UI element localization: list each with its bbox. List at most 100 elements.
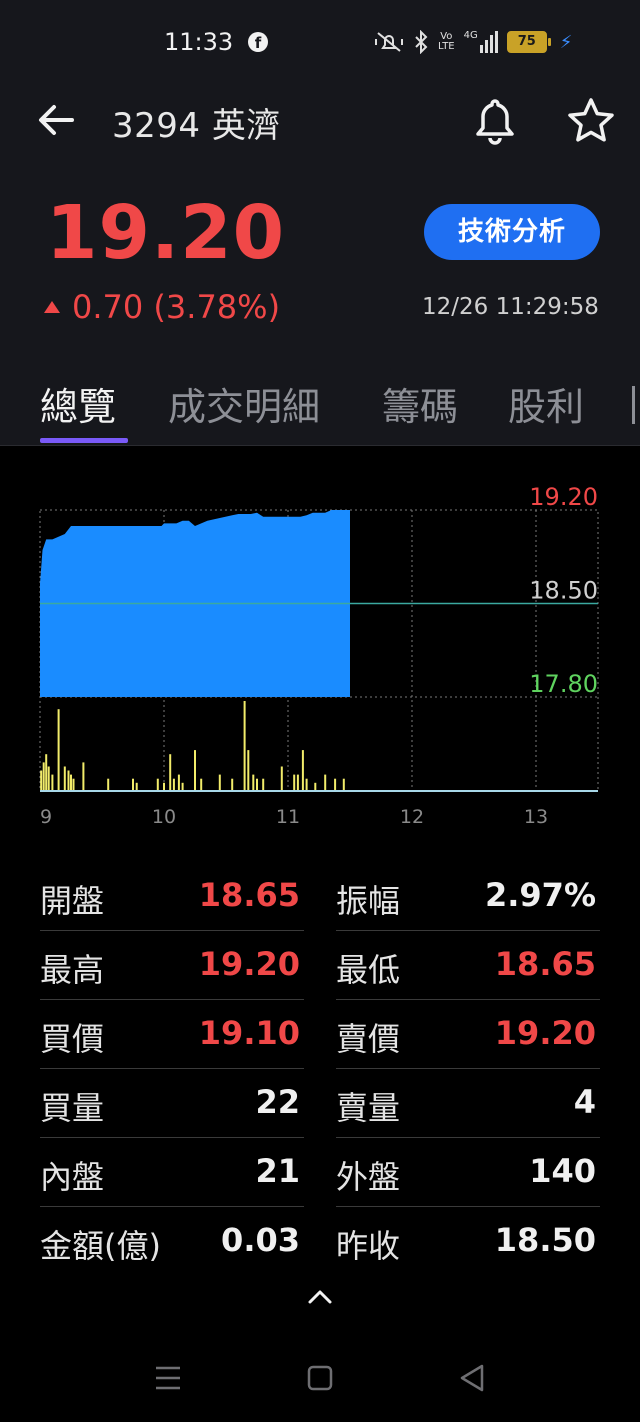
volume-bar xyxy=(314,782,317,791)
mute-vibrate-icon xyxy=(375,32,403,52)
active-tab-underline xyxy=(40,438,128,443)
tab-trade-details[interactable]: 成交明細 xyxy=(168,376,320,431)
volume-bar xyxy=(172,778,175,791)
stat-cell: 賣價 19.20 xyxy=(336,1000,600,1069)
volume-bar xyxy=(63,766,66,791)
stat-cell: 賣量 4 xyxy=(336,1069,600,1138)
nav-back-icon[interactable] xyxy=(456,1362,488,1394)
charging-icon: ⚡ xyxy=(559,31,573,53)
volume-bar xyxy=(181,782,184,791)
bluetooth-icon xyxy=(415,30,428,54)
home-icon[interactable] xyxy=(306,1364,334,1392)
stat-cell: 內盤 21 xyxy=(40,1138,304,1207)
tab-chips[interactable]: 籌碼 xyxy=(382,376,458,431)
stat-cell: 外盤 140 xyxy=(336,1138,600,1207)
volume-bars xyxy=(40,701,345,791)
x-tick-label: 11 xyxy=(276,806,300,828)
tabs-divider xyxy=(0,445,640,446)
volume-bar xyxy=(45,754,48,791)
x-tick-label: 10 xyxy=(152,806,176,828)
stat-value: 0.03 xyxy=(221,1221,300,1259)
stat-value: 19.20 xyxy=(494,1014,596,1052)
stat-cell: 金額(億) 0.03 xyxy=(40,1207,304,1276)
x-tick-label: 9 xyxy=(40,806,52,828)
y-label-reference: 18.50 xyxy=(529,577,598,605)
volume-bar xyxy=(342,778,345,791)
stat-cell: 最高 19.20 xyxy=(40,931,304,1000)
stat-label: 外盤 xyxy=(336,1158,401,1196)
volume-bar xyxy=(135,782,138,791)
stat-label: 昨收 xyxy=(336,1227,401,1265)
stats-row: 最高 19.20 最低 18.65 xyxy=(40,931,600,1000)
volume-bar xyxy=(72,778,75,791)
stat-label: 賣量 xyxy=(336,1089,401,1127)
volume-bar xyxy=(156,778,159,791)
stats-row: 買價 19.10 賣價 19.20 xyxy=(40,1000,600,1069)
volume-bar xyxy=(324,774,327,791)
stat-value: 18.65 xyxy=(198,876,300,914)
volume-bar xyxy=(107,778,110,791)
stat-label: 振幅 xyxy=(336,882,401,920)
volume-bar xyxy=(293,774,296,791)
volte-icon: Vo LTE xyxy=(438,31,455,52)
status-bar: 11:33 f Vo LTE 4G 75 ⚡ xyxy=(0,0,640,86)
tab-overflow-indicator xyxy=(632,386,635,424)
quote-stats: 開盤 18.65 振幅 2.97% 最高 19.20 最低 18.65 買價 19.10 賣價 19.… xyxy=(40,862,600,1276)
stat-label: 買量 xyxy=(40,1089,105,1127)
volume-bar xyxy=(163,782,165,791)
stat-cell: 最低 18.65 xyxy=(336,931,600,1000)
volume-bar xyxy=(177,774,180,791)
volume-bar xyxy=(57,709,60,791)
stat-label: 最高 xyxy=(40,951,105,989)
back-arrow-icon[interactable] xyxy=(34,100,78,140)
tab-dividends[interactable]: 股利 xyxy=(508,376,584,431)
star-icon[interactable] xyxy=(566,96,616,146)
y-label-low: 17.80 xyxy=(529,670,598,698)
volume-bar xyxy=(51,774,54,791)
volume-bar xyxy=(218,774,221,791)
intraday-chart: 19.20 18.50 17.80 9 10 11 12 13 xyxy=(39,483,599,828)
stat-cell: 買量 22 xyxy=(40,1069,304,1138)
volume-bar xyxy=(301,750,304,791)
stat-value: 21 xyxy=(255,1152,300,1190)
volume-bar xyxy=(247,750,250,791)
battery-icon: 75 xyxy=(506,31,551,53)
stats-row: 內盤 21 外盤 140 xyxy=(40,1138,600,1207)
stat-cell: 買價 19.10 xyxy=(40,1000,304,1069)
tab-overview[interactable]: 總覽 xyxy=(40,376,116,431)
recent-apps-icon[interactable] xyxy=(154,1364,182,1392)
volume-bar xyxy=(256,778,258,791)
technical-analysis-button[interactable]: 技術分析 xyxy=(424,204,600,260)
facebook-notification-icon: f xyxy=(248,32,268,52)
stat-label: 內盤 xyxy=(40,1158,105,1196)
volume-bar xyxy=(67,770,70,791)
stat-cell: 振幅 2.97% xyxy=(336,862,600,931)
stats-row: 金額(億) 0.03 昨收 18.50 xyxy=(40,1207,600,1276)
volume-bar xyxy=(169,754,172,791)
volume-bar xyxy=(82,762,85,791)
status-time: 11:33 xyxy=(164,28,234,56)
status-icons: Vo LTE 4G 75 ⚡ xyxy=(374,26,572,58)
volume-bar xyxy=(334,778,337,791)
stat-cell: 昨收 18.50 xyxy=(336,1207,600,1276)
tab-bar: 總覽 成交明細 籌碼 股利 xyxy=(0,372,640,446)
price-change-value: 0.70 (3.78%) xyxy=(72,288,281,326)
volume-bar xyxy=(305,778,308,791)
volume-bar xyxy=(47,766,50,791)
stat-cell: 開盤 18.65 xyxy=(40,862,304,931)
volume-bar xyxy=(280,766,283,791)
stat-label: 開盤 xyxy=(40,882,105,920)
stats-row: 買量 22 賣量 4 xyxy=(40,1069,600,1138)
stock-title: 3294 英濟 xyxy=(112,106,281,146)
stat-label: 金額(億) xyxy=(40,1227,161,1265)
volume-bar xyxy=(40,770,43,791)
bell-icon[interactable] xyxy=(472,96,518,146)
stats-row: 開盤 18.65 振幅 2.97% xyxy=(40,862,600,931)
x-tick-label: 12 xyxy=(400,806,424,828)
stat-label: 賣價 xyxy=(336,1020,401,1058)
signal-icon: 4G xyxy=(464,31,498,53)
x-tick-label: 13 xyxy=(524,806,548,828)
up-triangle-icon xyxy=(44,301,60,313)
volume-bar xyxy=(132,778,134,791)
chevron-up-icon[interactable] xyxy=(304,1284,336,1308)
